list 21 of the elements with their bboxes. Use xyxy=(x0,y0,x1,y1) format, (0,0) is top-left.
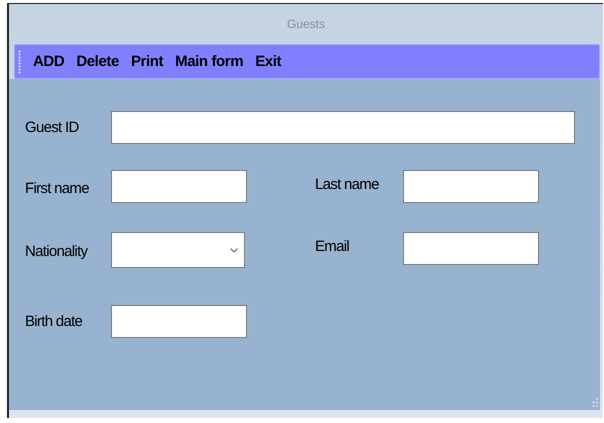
window-title: Guests xyxy=(286,17,325,31)
dropdown-field[interactable] xyxy=(111,232,245,268)
menu-item[interactable]: Main form xyxy=(169,53,250,70)
text-field[interactable] xyxy=(403,170,539,203)
text-field[interactable] xyxy=(111,170,247,203)
grip-icon xyxy=(18,50,21,74)
menu-item[interactable]: Print xyxy=(124,53,170,70)
field-label: First name xyxy=(25,180,89,196)
field-label: Nationality xyxy=(25,242,88,260)
field-label: Birth date xyxy=(25,313,82,330)
field-label: Email xyxy=(315,238,350,255)
field-label: Guest ID xyxy=(25,119,79,136)
chevron-down-icon xyxy=(230,248,238,253)
menu-item[interactable]: ADD xyxy=(27,53,70,70)
text-field[interactable] xyxy=(111,111,575,144)
field-label: Last name xyxy=(315,176,379,193)
text-field[interactable] xyxy=(111,305,247,338)
menu-item[interactable]: Delete xyxy=(70,53,125,70)
menu-item[interactable]: Exit xyxy=(249,53,288,70)
text-field[interactable] xyxy=(403,232,539,265)
resize-grip-icon xyxy=(591,398,598,407)
